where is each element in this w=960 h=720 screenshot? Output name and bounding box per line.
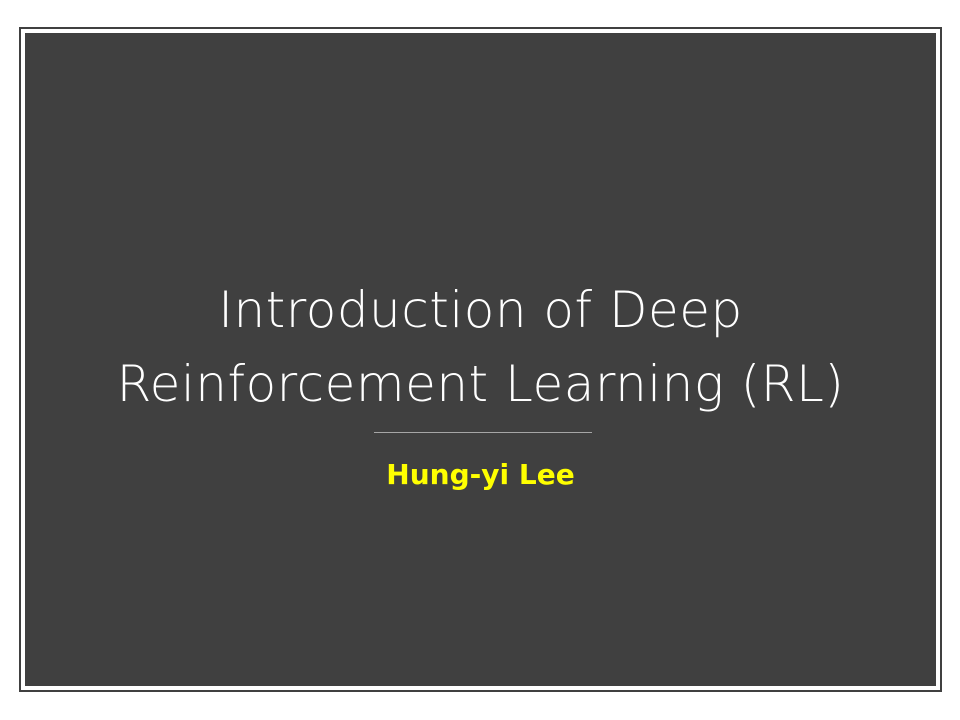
slide-border-frame: Introduction of Deep Reinforcement Learn… <box>19 27 942 692</box>
title-slide: Introduction of Deep Reinforcement Learn… <box>0 0 960 720</box>
slide-title-line-1: Introduction of Deep <box>218 281 743 339</box>
slide-author: Hung-yi Lee <box>386 458 575 491</box>
slide-title-line-2: Reinforcement Learning (RL) <box>116 355 845 413</box>
slide-title: Introduction of Deep Reinforcement Learn… <box>25 273 936 421</box>
slide-content-area: Introduction of Deep Reinforcement Learn… <box>25 33 936 686</box>
title-divider <box>374 432 592 433</box>
